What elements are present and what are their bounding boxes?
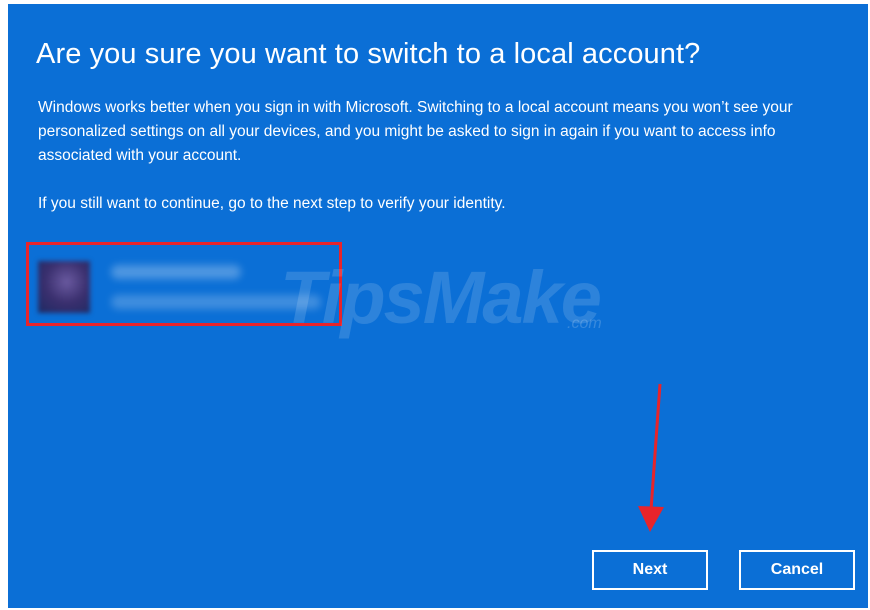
dialog-title: Are you sure you want to switch to a loc… (36, 38, 701, 70)
dialog-body: Windows works better when you sign in wi… (38, 96, 828, 240)
watermark-logo: TipsMake (280, 255, 602, 340)
account-name-blurred (111, 265, 241, 279)
dialog-paragraph-continue: If you still want to continue, go to the… (38, 195, 506, 212)
cancel-button[interactable]: Cancel (739, 550, 855, 590)
watermark-suffix: .com (567, 315, 602, 332)
dialog-paragraph-info: Windows works better when you sign in wi… (38, 99, 793, 164)
avatar (38, 261, 90, 313)
next-button[interactable]: Next (592, 550, 708, 590)
watermark-text: TipsMake (280, 256, 602, 339)
